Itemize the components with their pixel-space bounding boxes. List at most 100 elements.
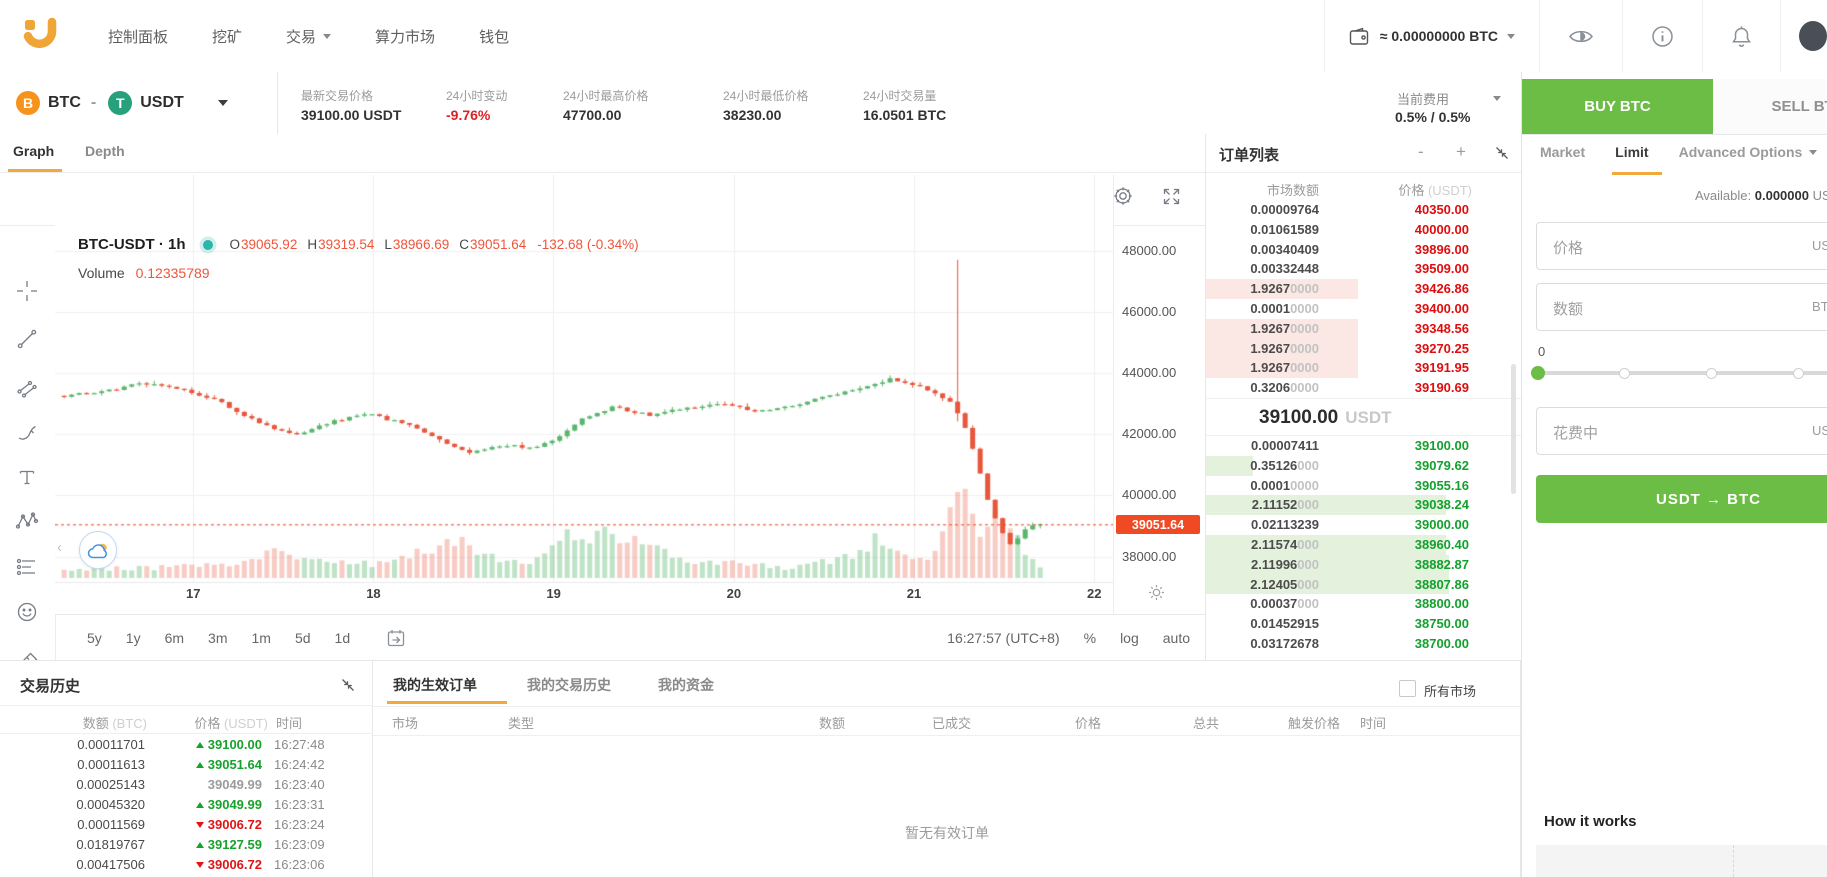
zoom-in-button[interactable]: +	[1456, 142, 1466, 162]
tab-depth[interactable]: Depth	[85, 143, 125, 159]
theme-sun-icon[interactable]	[1148, 584, 1165, 601]
order-row[interactable]: 0.0106158940000.00	[1206, 220, 1522, 240]
order-row[interactable]: 0.0000976440350.00	[1206, 200, 1522, 220]
ohlc-item: L38966.69	[384, 237, 449, 252]
amount-slider-track[interactable]	[1538, 371, 1827, 375]
brush-tool-icon[interactable]	[15, 421, 39, 445]
order-price: 39055.16	[1415, 478, 1469, 493]
trade-history-title: 交易历史	[20, 675, 80, 696]
order-amount: 1.92670000	[1250, 341, 1319, 356]
order-row[interactable]: 0.3512600039079.62	[1206, 456, 1522, 476]
order-row[interactable]: 0.0211323939000.00	[1206, 515, 1522, 535]
spending-input[interactable]: 花费中	[1536, 407, 1827, 455]
nav-item-5[interactable]: 钱包	[479, 26, 509, 47]
scale-log[interactable]: log	[1120, 630, 1139, 646]
amount-input[interactable]: 数额	[1536, 283, 1827, 331]
order-row[interactable]: 0.3206000039190.69	[1206, 378, 1522, 398]
emoji-tool-icon[interactable]	[15, 600, 39, 624]
tab-graph[interactable]: Graph	[13, 143, 54, 159]
poolin-logo-icon[interactable]	[22, 16, 62, 56]
sell-btc-tab[interactable]: SELL BTC	[1713, 79, 1827, 134]
trendline-tool-icon[interactable]	[15, 327, 39, 351]
my-orders-tab-3[interactable]: 我的资金	[658, 675, 714, 695]
my-orders-tab-2[interactable]: 我的交易历史	[527, 675, 611, 695]
orderbook-scrollbar[interactable]	[1511, 364, 1516, 494]
order-row[interactable]: 2.1240500038807.86	[1206, 575, 1522, 595]
scale-percent[interactable]: %	[1084, 630, 1096, 646]
order-row[interactable]: 0.0317267838700.00	[1206, 634, 1522, 654]
order-row[interactable]: 2.1199600038882.87	[1206, 555, 1522, 575]
order-row[interactable]: 2.1115200039038.24	[1206, 495, 1522, 515]
order-row[interactable]: 0.0001000039400.00	[1206, 299, 1522, 319]
trade-row: 0.0004532039049.9916:23:31	[0, 797, 373, 817]
tab-market[interactable]: Market	[1540, 144, 1585, 160]
timeframe-5y[interactable]: 5y	[87, 630, 102, 646]
advanced-options-dropdown[interactable]: Advanced Options	[1679, 144, 1818, 160]
order-price: 38750.00	[1415, 616, 1469, 631]
order-row[interactable]: 0.0003700038800.00	[1206, 594, 1522, 614]
price-input[interactable]: 价格	[1536, 222, 1827, 270]
scale-auto[interactable]: auto	[1163, 630, 1190, 646]
wallet-balance-dropdown[interactable]: ≈ 0.00000000 BTC	[1324, 0, 1539, 72]
timeframe-1y[interactable]: 1y	[126, 630, 141, 646]
watch-only-button[interactable]	[1539, 0, 1622, 72]
depth-bar	[1206, 535, 1446, 555]
trade-amount: 0.00025143	[20, 777, 145, 792]
order-row[interactable]: 2.1157400038960.40	[1206, 535, 1522, 555]
zoom-out-button[interactable]: -	[1418, 142, 1424, 162]
collapse-arrow-icon[interactable]: ‹	[57, 539, 62, 556]
my-orders-col-header: 总共	[1193, 713, 1219, 732]
order-row[interactable]: 1.9267000039191.95	[1206, 358, 1522, 378]
weather-cloud-icon[interactable]	[79, 531, 117, 569]
order-row[interactable]: 1.9267000039348.56	[1206, 319, 1522, 339]
info-button[interactable]	[1622, 0, 1702, 72]
timeframe-1m[interactable]: 1m	[252, 630, 271, 646]
order-row[interactable]: 0.0033244839509.00	[1206, 259, 1522, 279]
all-markets-checkbox[interactable]	[1399, 680, 1416, 697]
crosshair-tool-icon[interactable]	[15, 279, 39, 303]
chart-settings-button[interactable]	[1112, 185, 1134, 207]
spending-placeholder: 花费中	[1553, 422, 1598, 443]
submit-order-button[interactable]: USDT → BTC	[1536, 475, 1827, 523]
my-orders-tab-1[interactable]: 我的生效订单	[393, 675, 477, 695]
nav-item-4[interactable]: 算力市场	[375, 26, 435, 47]
fee-dropdown[interactable]: 当前费用 0.5% / 0.5%	[1390, 72, 1515, 134]
trade-price: 39100.00	[150, 737, 262, 752]
order-amount: 0.00010000	[1250, 478, 1319, 493]
notifications-button[interactable]	[1702, 0, 1780, 72]
text-tool-icon[interactable]	[15, 465, 39, 489]
slider-stop-25[interactable]	[1619, 368, 1630, 379]
timeframe-3m[interactable]: 3m	[208, 630, 227, 646]
buy-btc-tab[interactable]: BUY BTC	[1522, 79, 1713, 134]
fullscreen-button[interactable]	[1162, 187, 1181, 206]
stat-label: 24小时交易量	[863, 87, 936, 104]
timeframe-5d[interactable]: 5d	[295, 630, 311, 646]
parallel-lines-tool-icon[interactable]	[15, 376, 39, 400]
amount-unit-suffix: BTC	[1812, 299, 1827, 314]
timeframe-1d[interactable]: 1d	[335, 630, 351, 646]
nav-item-3[interactable]: 交易	[286, 26, 331, 47]
order-row[interactable]: 0.0000741139100.00	[1206, 436, 1522, 456]
order-row[interactable]: 0.0145291538750.00	[1206, 614, 1522, 634]
trade-price: 39049.99	[150, 777, 262, 792]
order-row[interactable]: 0.00010000 39055.16	[1206, 476, 1522, 496]
timeframe-6m[interactable]: 6m	[165, 630, 184, 646]
tab-limit[interactable]: Limit	[1615, 144, 1648, 160]
order-row[interactable]: 0.0034040939896.00	[1206, 240, 1522, 260]
position-tool-icon[interactable]	[15, 555, 39, 579]
slider-stop-75[interactable]	[1793, 368, 1804, 379]
nav-item-2[interactable]: 挖矿	[212, 26, 242, 47]
user-menu[interactable]	[1780, 0, 1827, 72]
slider-handle[interactable]	[1531, 366, 1545, 380]
time-tick-label: 18	[366, 586, 380, 601]
order-row[interactable]: 1.9267000039426.86	[1206, 279, 1522, 299]
pattern-tool-icon[interactable]	[15, 509, 39, 533]
collapse-panel-button[interactable]	[1494, 145, 1510, 161]
collapse-panel-button[interactable]	[340, 677, 356, 693]
go-to-date-icon[interactable]	[386, 628, 406, 648]
depth-bar	[1206, 456, 1253, 476]
market-pair-selector[interactable]: B BTC - T USDT	[0, 72, 278, 134]
order-row[interactable]: 1.9267000039270.25	[1206, 339, 1522, 359]
nav-item-1[interactable]: 控制面板	[108, 26, 168, 47]
slider-stop-50[interactable]	[1706, 368, 1717, 379]
